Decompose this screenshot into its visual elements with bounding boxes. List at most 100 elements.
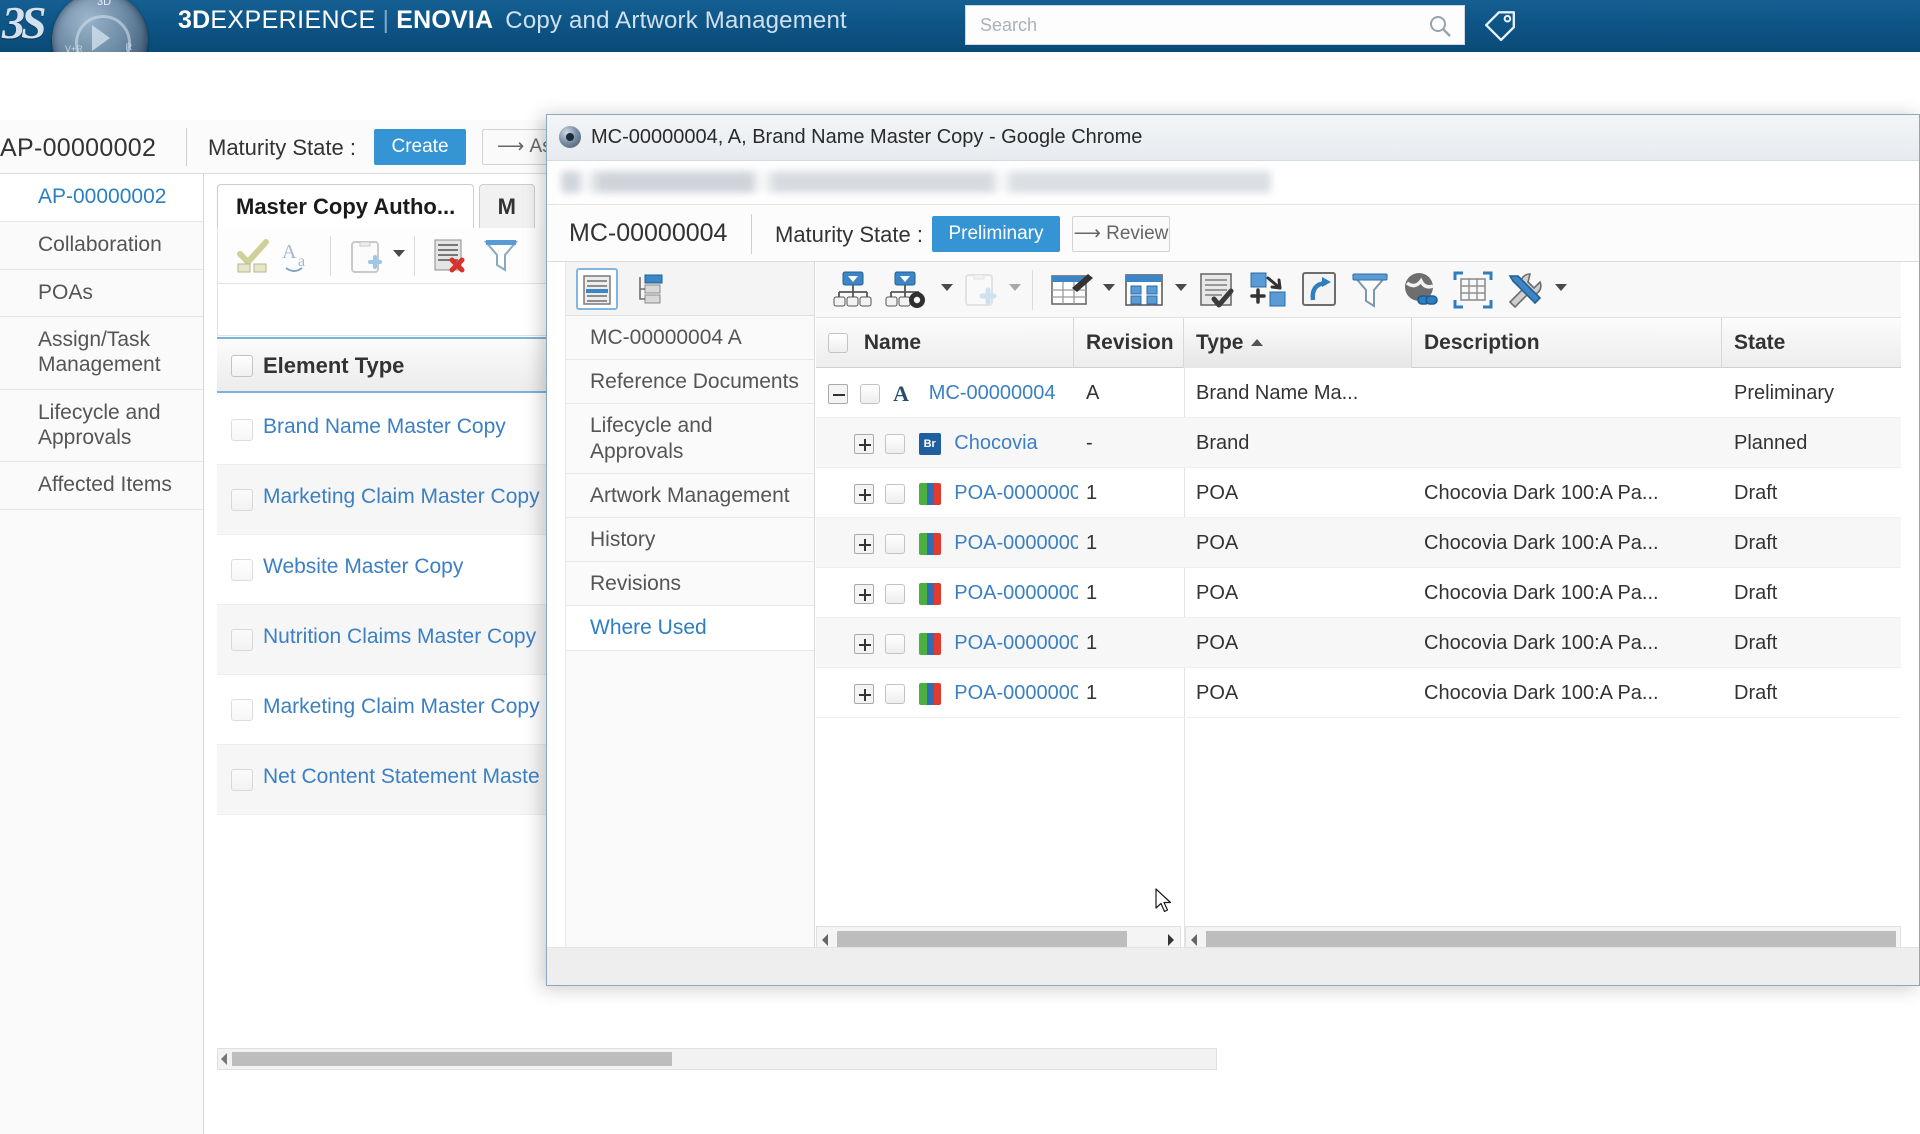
collapse-row-icon[interactable] xyxy=(828,383,848,404)
sidebar-item-lifecycle-and-approvals[interactable]: Lifecycle and Approvals xyxy=(0,390,203,463)
select-table-icon[interactable] xyxy=(1452,270,1494,310)
scroll-left-arrow-icon[interactable] xyxy=(221,1053,227,1065)
column-header-element-type[interactable]: Element Type xyxy=(263,353,404,379)
row-name-link[interactable]: POA-00000005 xyxy=(954,532,1078,554)
table-row[interactable]: Br Chocovia - Brand Planned xyxy=(816,418,1901,468)
tab-secondary[interactable]: M xyxy=(478,184,535,228)
row-checkbox[interactable] xyxy=(885,583,906,604)
expand-row-icon[interactable] xyxy=(853,533,874,554)
expand-row-icon[interactable] xyxy=(853,433,874,454)
popup-sidebar-item-lifecycle-and-approvals[interactable]: Lifecycle and Approvals xyxy=(566,404,814,474)
filter-icon[interactable] xyxy=(482,236,520,276)
row-name-cell[interactable]: A MC-00000004 xyxy=(828,368,1078,418)
url-text-blurred[interactable] xyxy=(561,171,1271,193)
search-icon[interactable] xyxy=(1428,14,1452,38)
row-checkbox[interactable] xyxy=(885,433,906,454)
table-row[interactable]: POA-00000003 1 POA Chocovia Dark 100:A P… xyxy=(816,618,1901,668)
column-header-revision[interactable]: Revision xyxy=(1074,318,1184,368)
row-checkbox[interactable] xyxy=(231,769,253,791)
scroll-thumb[interactable] xyxy=(1206,931,1896,947)
table-row[interactable]: POA-00000006 1 POA Chocovia Dark 100:A P… xyxy=(816,468,1901,518)
column-header-type[interactable]: Type xyxy=(1184,318,1412,368)
edit-table-icon[interactable] xyxy=(1050,270,1094,310)
expand-row-icon[interactable] xyxy=(853,683,874,704)
row-checkbox[interactable] xyxy=(231,419,253,441)
search-box[interactable] xyxy=(965,5,1465,45)
tools-icon[interactable] xyxy=(1504,270,1546,310)
expand-row-icon[interactable] xyxy=(853,583,874,604)
popup-sidebar-item-reference-documents[interactable]: Reference Documents xyxy=(566,360,814,405)
clipboard-add-icon[interactable] xyxy=(348,236,382,276)
popup-state-button[interactable]: Preliminary xyxy=(932,216,1060,252)
row-name-cell[interactable]: POA-00000006 xyxy=(828,468,1078,518)
popup-sidebar-item-revisions[interactable]: Revisions xyxy=(566,562,814,607)
popup-url-bar[interactable] xyxy=(547,161,1919,205)
row-name-link[interactable]: POA-00000002 xyxy=(954,582,1078,604)
row-label[interactable]: Nutrition Claims Master Copy xyxy=(263,625,536,649)
scroll-right-arrow-icon[interactable] xyxy=(1168,934,1174,946)
tag-icon[interactable] xyxy=(1483,7,1517,41)
background-horizontal-scrollbar[interactable] xyxy=(217,1048,1217,1070)
row-name-link[interactable]: POA-00000004 xyxy=(954,682,1078,704)
select-all-checkbox[interactable] xyxy=(828,333,848,354)
structure-view-icon[interactable] xyxy=(628,268,670,310)
popup-sidebar-item-history[interactable]: History xyxy=(566,518,814,563)
filter-icon[interactable] xyxy=(1350,270,1390,310)
row-name-link[interactable]: Chocovia xyxy=(954,432,1037,454)
column-header-state[interactable]: State xyxy=(1722,318,1901,368)
expand-row-icon[interactable] xyxy=(853,483,874,504)
scroll-left-arrow-icon[interactable] xyxy=(1191,934,1197,946)
compare-icon[interactable] xyxy=(1248,270,1290,310)
sidebar-item-collaboration[interactable]: Collaboration xyxy=(0,222,203,270)
column-header-name[interactable]: Name xyxy=(816,318,1074,368)
table-row[interactable]: POA-00000002 1 POA Chocovia Dark 100:A P… xyxy=(816,568,1901,618)
sidebar-item-assign-task-management[interactable]: Assign/Task Management xyxy=(0,317,203,390)
column-header-description[interactable]: Description xyxy=(1412,318,1722,368)
background-state-button[interactable]: Create xyxy=(374,129,466,165)
popup-sidebar-item-where-used[interactable]: Where Used xyxy=(566,606,814,651)
table-row[interactable]: POA-00000005 1 POA Chocovia Dark 100:A P… xyxy=(816,518,1901,568)
edit-table-dropdown-caret-icon[interactable] xyxy=(1103,284,1115,291)
row-name-cell[interactable]: POA-00000002 xyxy=(828,568,1078,618)
popup-title-bar[interactable]: MC-00000004, A, Brand Name Master Copy -… xyxy=(547,115,1919,161)
row-checkbox[interactable] xyxy=(859,383,880,404)
row-name-link[interactable]: POA-00000003 xyxy=(954,632,1078,654)
popup-sidebar-item-mc00000004[interactable]: MC-00000004 A xyxy=(566,316,814,361)
approve-icon[interactable] xyxy=(234,238,274,274)
view-layout-dropdown-caret-icon[interactable] xyxy=(1175,284,1187,291)
tab-master-copy-authoring[interactable]: Master Copy Autho... xyxy=(217,184,475,228)
checklist-icon[interactable] xyxy=(1198,270,1238,310)
row-checkbox[interactable] xyxy=(885,683,906,704)
row-label[interactable]: Marketing Claim Master Copy xyxy=(263,695,540,719)
clipboard-dropdown-caret-icon[interactable] xyxy=(393,250,405,257)
clipboard-dropdown-caret-icon[interactable] xyxy=(1009,284,1021,291)
row-name-cell[interactable]: POA-00000005 xyxy=(828,518,1078,568)
row-label[interactable]: Net Content Statement Maste xyxy=(263,765,540,789)
export-icon[interactable] xyxy=(1300,270,1340,310)
details-view-icon[interactable] xyxy=(576,268,618,310)
row-checkbox[interactable] xyxy=(231,699,253,721)
select-all-checkbox[interactable] xyxy=(231,355,253,377)
search-input[interactable] xyxy=(980,6,1400,44)
row-checkbox[interactable] xyxy=(885,633,906,654)
row-checkbox[interactable] xyxy=(231,629,253,651)
remove-document-icon[interactable] xyxy=(432,236,470,276)
table-row[interactable]: POA-00000004 1 POA Chocovia Dark 100:A P… xyxy=(816,668,1901,718)
view-layout-icon[interactable] xyxy=(1124,270,1166,310)
popup-next-state-button[interactable]: ⟶ Review xyxy=(1072,216,1170,252)
scroll-thumb[interactable] xyxy=(232,1052,672,1066)
row-checkbox[interactable] xyxy=(885,483,906,504)
row-name-cell[interactable]: Br Chocovia xyxy=(828,418,1078,468)
tools-dropdown-caret-icon[interactable] xyxy=(1555,284,1567,291)
translate-icon[interactable]: A a xyxy=(282,238,320,274)
row-checkbox[interactable] xyxy=(885,533,906,554)
row-label[interactable]: Brand Name Master Copy xyxy=(263,415,506,439)
expand-row-icon[interactable] xyxy=(853,633,874,654)
scroll-thumb[interactable] xyxy=(837,931,1127,947)
popup-sidebar-item-artwork-management[interactable]: Artwork Management xyxy=(566,474,814,518)
clipboard-add-icon[interactable] xyxy=(962,270,1000,310)
row-name-link[interactable]: MC-00000004 xyxy=(929,382,1056,404)
expand-structure-icon[interactable] xyxy=(832,270,874,310)
row-name-cell[interactable]: POA-00000003 xyxy=(828,618,1078,668)
structure-settings-dropdown-caret-icon[interactable] xyxy=(941,284,953,291)
